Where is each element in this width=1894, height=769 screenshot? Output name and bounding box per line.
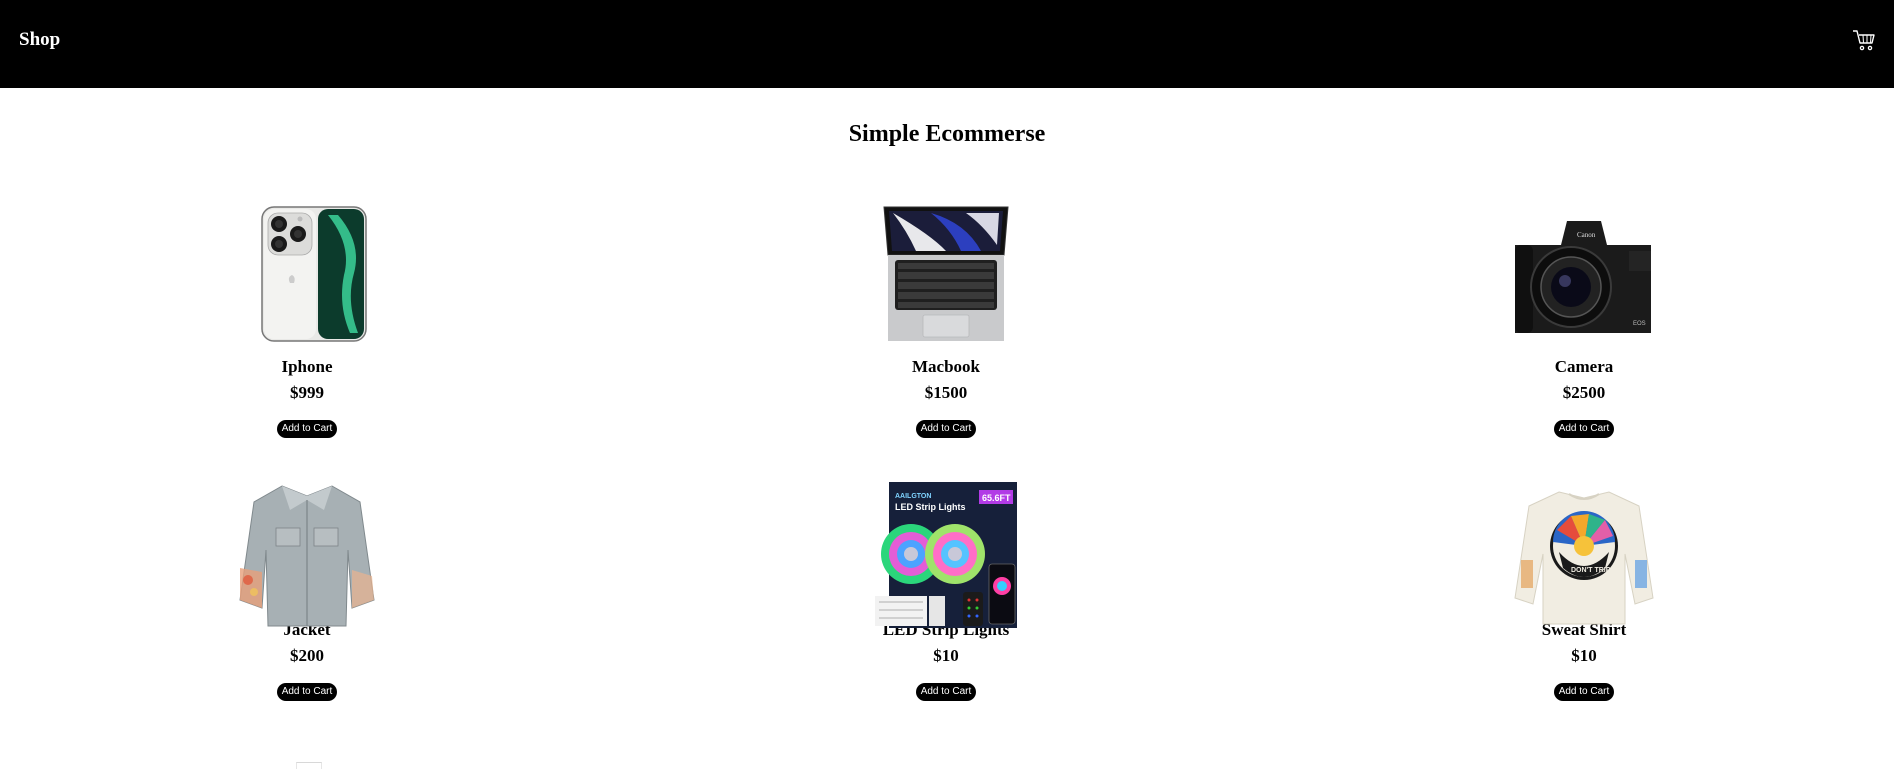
add-to-cart-button[interactable]: Add to Cart bbox=[915, 683, 977, 701]
svg-text:AAILGTON: AAILGTON bbox=[895, 493, 931, 500]
add-to-cart-button[interactable]: Add to Cart bbox=[276, 420, 338, 438]
product-card-camera: Canon EOS Camera $2500 Add to Cart bbox=[1424, 205, 1744, 438]
product-price: $2500 bbox=[1562, 383, 1606, 402]
add-to-cart-button[interactable]: Add to Cart bbox=[1553, 683, 1615, 701]
page-title: Simple Ecommerse bbox=[848, 121, 1046, 147]
product-price: $1500 bbox=[924, 383, 968, 402]
product-card-sweat-shirt: DON'T TRIP Sweat Shirt $10 Add to Cart bbox=[1424, 480, 1744, 701]
camera-image: Canon EOS bbox=[1509, 205, 1659, 343]
jacket-image bbox=[232, 480, 382, 627]
product-card-macbook: Macbook $1500 Add to Cart bbox=[786, 205, 1106, 438]
shopping-cart-icon[interactable] bbox=[1851, 27, 1877, 53]
led-strip-lights-image: AAILGTON LED Strip Lights 65.6FT bbox=[871, 480, 1021, 628]
svg-text:Canon: Canon bbox=[1577, 231, 1596, 239]
add-to-cart-button[interactable]: Add to Cart bbox=[1553, 420, 1615, 438]
product-price: $10 bbox=[1571, 646, 1597, 665]
add-to-cart-button[interactable]: Add to Cart bbox=[276, 683, 338, 701]
product-card-led-strip-lights: AAILGTON LED Strip Lights 65.6FT LED Str… bbox=[786, 480, 1106, 701]
svg-text:65.6FT: 65.6FT bbox=[982, 493, 1011, 503]
svg-text:LED Strip Lights: LED Strip Lights bbox=[895, 502, 966, 512]
product-name: Iphone bbox=[281, 357, 333, 376]
svg-text:EOS: EOS bbox=[1633, 321, 1646, 327]
add-to-cart-button[interactable]: Add to Cart bbox=[915, 420, 977, 438]
product-price: $999 bbox=[290, 383, 324, 402]
product-card-iphone: Iphone $999 Add to Cart bbox=[147, 205, 467, 438]
macbook-image bbox=[871, 205, 1021, 343]
sweat-shirt-image: DON'T TRIP bbox=[1509, 480, 1659, 625]
svg-text:DON'T TRIP: DON'T TRIP bbox=[1571, 567, 1611, 574]
brand-link[interactable]: Shop bbox=[19, 29, 60, 51]
iphone-image bbox=[232, 205, 382, 343]
product-name: Macbook bbox=[912, 357, 980, 376]
product-name: Camera bbox=[1554, 357, 1614, 376]
product-price: $10 bbox=[933, 646, 959, 665]
product-price: $200 bbox=[290, 646, 324, 665]
product-card-jacket: Jacket $200 Add to Cart bbox=[147, 480, 467, 701]
top-navbar: Shop bbox=[0, 0, 1894, 88]
